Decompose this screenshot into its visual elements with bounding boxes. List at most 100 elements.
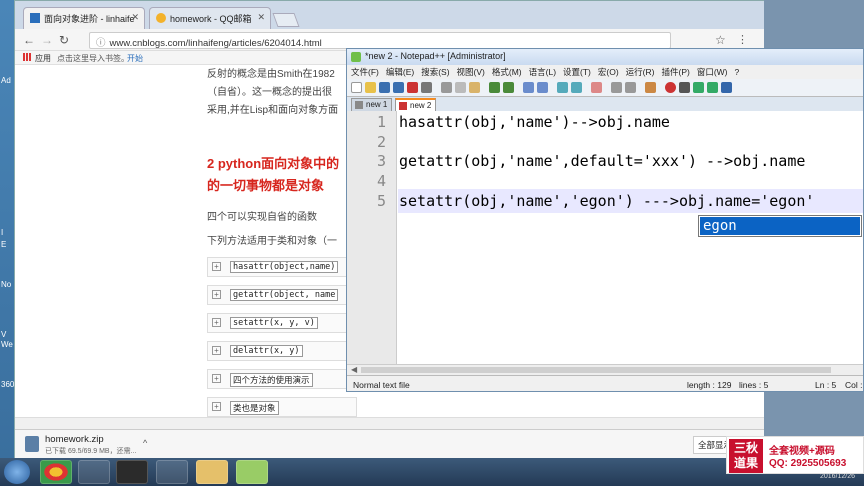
tab-new-2[interactable]: new 2 bbox=[395, 98, 437, 111]
close-file-icon[interactable] bbox=[407, 82, 418, 93]
scroll-left-icon[interactable]: ◀ bbox=[351, 365, 357, 374]
tab-new-1[interactable]: new 1 bbox=[351, 98, 393, 111]
close-icon[interactable]: ✕ bbox=[257, 12, 265, 23]
tab-label: 面向对象进阶 - linhaife bbox=[44, 14, 135, 24]
stop-macro-icon[interactable] bbox=[679, 82, 690, 93]
media-taskbar-icon[interactable] bbox=[156, 460, 188, 484]
horizontal-scrollbar[interactable] bbox=[15, 417, 765, 429]
desktop-label: Ad bbox=[1, 76, 11, 85]
expand-icon[interactable]: + bbox=[212, 318, 221, 327]
line-number: 3 bbox=[376, 152, 386, 170]
download-filename[interactable]: homework.zip bbox=[45, 434, 104, 445]
replace-icon[interactable] bbox=[537, 82, 548, 93]
desktop-label: No bbox=[1, 280, 12, 289]
browser-tab-qqmail[interactable]: homework - QQ邮箱 ✕ bbox=[149, 7, 271, 29]
start-button-icon[interactable] bbox=[4, 460, 30, 484]
pycharm-taskbar-icon[interactable] bbox=[116, 460, 148, 484]
print-icon[interactable] bbox=[421, 82, 432, 93]
browser-tab-cnblogs[interactable]: 面向对象进阶 - linhaife ✕ bbox=[23, 7, 145, 29]
save-macro-icon[interactable] bbox=[721, 82, 732, 93]
bookmark-import-link[interactable]: 开始 bbox=[127, 53, 143, 64]
reload-icon[interactable]: ↻ bbox=[59, 33, 69, 47]
code-block-row[interactable]: + 类也是对象 bbox=[207, 397, 357, 417]
desktop-label: E bbox=[1, 240, 7, 249]
code-block-row[interactable]: + getattr(object, name bbox=[207, 285, 357, 305]
url-text: www.cnblogs.com/linhaifeng/articles/6204… bbox=[109, 38, 322, 49]
record-macro-icon[interactable] bbox=[665, 82, 676, 93]
menu-help[interactable]: ? bbox=[735, 67, 740, 77]
apps-link[interactable]: 应用 bbox=[35, 53, 51, 64]
menu-plugins[interactable]: 插件(P) bbox=[661, 67, 689, 77]
run-macro-multiple-icon[interactable] bbox=[707, 82, 718, 93]
menu-view[interactable]: 视图(V) bbox=[457, 67, 485, 77]
chevron-up-icon[interactable]: ^ bbox=[143, 438, 147, 448]
window-title: *new 2 - Notepad++ [Administrator] bbox=[365, 51, 506, 61]
app-taskbar-icon[interactable] bbox=[78, 460, 110, 484]
code-editor[interactable]: 1 2 3 4 5 hasattr(obj,'name')-->obj.name… bbox=[347, 111, 863, 364]
show-all-chars-icon[interactable] bbox=[625, 82, 636, 93]
menu-settings[interactable]: 设置(T) bbox=[563, 67, 591, 77]
play-macro-icon[interactable] bbox=[693, 82, 704, 93]
bookmark-star-icon[interactable]: ☆ bbox=[715, 33, 726, 47]
explorer-taskbar-icon[interactable] bbox=[196, 460, 228, 484]
undo-icon[interactable] bbox=[489, 82, 500, 93]
autocomplete-popup[interactable]: egon bbox=[698, 215, 862, 237]
zoom-out-icon[interactable] bbox=[571, 82, 582, 93]
scroll-thumb[interactable] bbox=[361, 367, 831, 373]
find-icon[interactable] bbox=[523, 82, 534, 93]
chrome-taskbar-icon[interactable] bbox=[40, 460, 72, 484]
code-block-row[interactable]: + setattr(x, y, v) bbox=[207, 313, 357, 333]
menu-search[interactable]: 搜索(S) bbox=[421, 67, 449, 77]
tab-label: new 1 bbox=[366, 100, 388, 109]
paste-icon[interactable] bbox=[469, 82, 480, 93]
file-type: Normal text file bbox=[353, 380, 410, 390]
watermark-qq: QQ: 2925505693 bbox=[769, 458, 847, 469]
menu-format[interactable]: 格式(M) bbox=[492, 67, 522, 77]
forward-icon[interactable]: → bbox=[41, 33, 53, 47]
menu-edit[interactable]: 编辑(E) bbox=[386, 67, 414, 77]
menu-run[interactable]: 运行(R) bbox=[626, 67, 655, 77]
redo-icon[interactable] bbox=[503, 82, 514, 93]
copy-icon[interactable] bbox=[455, 82, 466, 93]
expand-icon[interactable]: + bbox=[212, 374, 221, 383]
menu-file[interactable]: 文件(F) bbox=[351, 67, 379, 77]
code-block-row[interactable]: + 四个方法的使用演示 bbox=[207, 369, 357, 389]
close-icon[interactable]: ✕ bbox=[131, 12, 139, 23]
code-block-row[interactable]: + hasattr(object,name) bbox=[207, 257, 357, 277]
editor-horizontal-scrollbar[interactable]: ◀ bbox=[347, 364, 863, 375]
save-all-icon[interactable] bbox=[393, 82, 404, 93]
subheading: 四个可以实现自省的函数 bbox=[207, 212, 317, 223]
tab-label: new 2 bbox=[410, 101, 432, 110]
back-icon[interactable]: ← bbox=[23, 33, 35, 47]
wrap-icon[interactable] bbox=[611, 82, 622, 93]
open-file-icon[interactable] bbox=[365, 82, 376, 93]
address-bar[interactable]: ⓘ www.cnblogs.com/linhaifeng/articles/620… bbox=[89, 32, 671, 49]
menu-window[interactable]: 窗口(W) bbox=[697, 67, 728, 77]
cut-icon[interactable] bbox=[441, 82, 452, 93]
menu-icon[interactable]: ⋮ bbox=[737, 33, 748, 46]
expand-icon[interactable]: + bbox=[212, 262, 221, 271]
line-number: 4 bbox=[376, 172, 386, 190]
menu-language[interactable]: 语言(L) bbox=[529, 67, 556, 77]
intro-line: （自省）。这一概念的提出很 bbox=[207, 87, 332, 98]
line-number: 1 bbox=[376, 113, 386, 131]
zip-file-icon bbox=[25, 436, 39, 452]
code-block-row[interactable]: + delattr(x, y) bbox=[207, 341, 357, 361]
menu-macro[interactable]: 宏(O) bbox=[598, 67, 619, 77]
expand-icon[interactable]: + bbox=[212, 346, 221, 355]
new-tab-button[interactable] bbox=[272, 13, 300, 27]
zoom-in-icon[interactable] bbox=[557, 82, 568, 93]
expand-icon[interactable]: + bbox=[212, 290, 221, 299]
expand-icon[interactable]: + bbox=[212, 402, 221, 411]
notepadpp-menubar: 文件(F) 编辑(E) 搜索(S) 视图(V) 格式(M) 语言(L) 设置(T) 宏(O) 运… bbox=[347, 65, 863, 79]
new-file-icon[interactable] bbox=[351, 82, 362, 93]
notepadpp-taskbar-icon[interactable] bbox=[236, 460, 268, 484]
save-icon[interactable] bbox=[379, 82, 390, 93]
watermark-logo: 三秋 道果 全套视频+源码 QQ: 2925505693 bbox=[726, 436, 864, 474]
line-count: lines : 5 bbox=[739, 380, 769, 390]
autocomplete-item[interactable]: egon bbox=[700, 217, 860, 235]
indent-guide-icon[interactable] bbox=[645, 82, 656, 93]
intro-line: 采用,并在Lisp和面向对象方面 bbox=[207, 105, 339, 116]
notepadpp-toolbar bbox=[347, 79, 863, 97]
sync-scroll-icon[interactable] bbox=[591, 82, 602, 93]
